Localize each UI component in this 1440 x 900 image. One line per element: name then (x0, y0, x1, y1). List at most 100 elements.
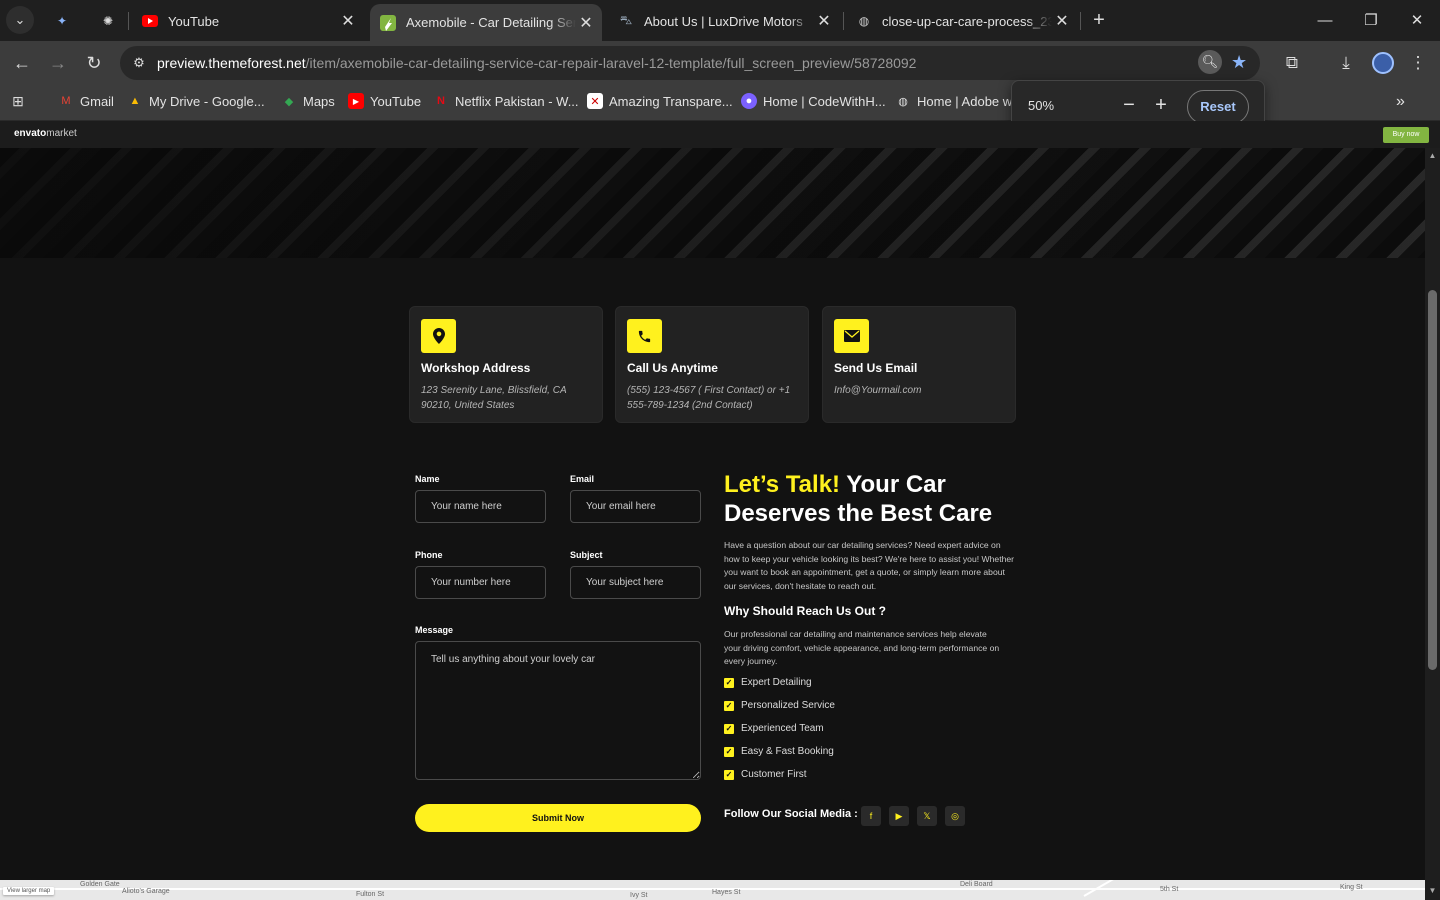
bookmark-codewithh[interactable]: ● Home | CodeWithH... (741, 93, 886, 109)
tab-separator (843, 12, 844, 30)
email-input[interactable] (570, 490, 701, 523)
tab-close-up[interactable]: ◍ close-up-car-care-process_23-2 ✕ (846, 6, 1078, 36)
zoom-in-button[interactable]: + (1150, 94, 1172, 116)
apps-grid-icon[interactable]: ⊞ (10, 93, 32, 109)
reload-button[interactable]: ↻ (82, 51, 106, 75)
browser-toolbar: ← → ↻ ⚙ preview.themeforest.net/item/axe… (0, 41, 1440, 85)
maps-icon: ◆ (284, 95, 294, 108)
map-label: Ivy St (630, 892, 648, 899)
tab-search-button[interactable]: ⌄ (6, 6, 34, 34)
checkbox-icon: ✓ (724, 769, 734, 780)
subject-label: Subject (570, 550, 603, 560)
chatgpt-icon: ✺ (102, 14, 114, 28)
card-text: (555) 123-4567 ( First Contact) or +1 55… (627, 385, 791, 411)
map-pin-icon (421, 319, 456, 353)
close-tab-icon[interactable]: ✕ (338, 11, 358, 31)
bookmark-gmail[interactable]: M Gmail (58, 93, 114, 109)
bookmark-youtube[interactable]: ▶ YouTube (348, 93, 421, 109)
restore-button[interactable]: ❐ (1348, 0, 1394, 40)
bookmark-maps[interactable]: ◆ Maps (281, 93, 335, 109)
url-host: preview.themeforest.net (157, 55, 306, 71)
tab-title: YouTube (168, 13, 220, 29)
checklist-item: ✓ Personalized Service (724, 700, 835, 711)
facebook-icon[interactable]: f (861, 806, 881, 826)
scroll-thumb[interactable] (1428, 290, 1437, 670)
submit-button[interactable]: Submit Now (415, 804, 701, 832)
checklist-item: ✓ Easy & Fast Booking (724, 746, 834, 757)
page-title: Let’s Talk! Your Car Deserves the Best C… (724, 470, 1024, 528)
map-embed[interactable]: Golden Gate Alioto's Garage Fulton St Iv… (0, 880, 1425, 900)
headline-accent: Let’s Talk! (724, 471, 841, 498)
tab-youtube[interactable]: YouTube ✕ (132, 6, 364, 36)
scroll-down-arrow-icon[interactable]: ▼ (1428, 886, 1437, 895)
bookmark-amazing[interactable]: ✕ Amazing Transpare... (587, 93, 733, 109)
tab-about-us[interactable]: ⛍ About Us | LuxDrive Motors ✕ (608, 6, 840, 36)
intro-text: Have a question about our car detailing … (724, 540, 1014, 591)
bookmark-star-icon[interactable]: ★ (1231, 52, 1247, 73)
view-larger-map-link[interactable]: View larger map (3, 887, 55, 895)
x-icon[interactable]: 𝕏 (917, 806, 937, 826)
minimize-button[interactable]: — (1302, 0, 1348, 40)
page-scrollbar[interactable]: ▲ ▼ (1425, 148, 1440, 900)
checklist-label: Customer First (741, 769, 807, 780)
close-window-button[interactable]: ✕ (1394, 0, 1440, 40)
profile-avatar[interactable] (1372, 52, 1394, 74)
tab-separator (128, 12, 129, 30)
url-text[interactable]: preview.themeforest.net/item/axemobile-c… (157, 55, 916, 71)
youtube-icon (142, 13, 158, 29)
checklist-label: Personalized Service (741, 700, 835, 711)
zoom-reset-button[interactable]: Reset (1187, 90, 1249, 124)
tab-axemobile[interactable]: Axemobile - Car Detailing Servi ✕ (370, 4, 602, 41)
bookmark-label: Maps (303, 93, 335, 109)
close-tab-icon[interactable]: ✕ (1052, 11, 1072, 31)
checkbox-icon: ✓ (724, 723, 734, 734)
map-label: Fulton St (356, 891, 385, 898)
zoom-out-button[interactable]: − (1118, 94, 1140, 116)
gemini-icon: ✦ (56, 14, 68, 28)
tab-chatgpt[interactable]: ✺ (90, 6, 124, 36)
bookmark-label: Gmail (80, 93, 114, 109)
tab-strip: ⌄ ✦ ✺ YouTube ✕ Axemobile - Car Detailin… (0, 0, 1440, 41)
bookmark-label: Netflix Pakistan - W... (455, 93, 579, 109)
subject-input[interactable] (570, 566, 701, 599)
message-label: Message (415, 625, 454, 635)
why-text: Our professional car detailing and maint… (724, 629, 1000, 666)
zoom-icon[interactable]: 🔍︎ (1198, 50, 1222, 74)
close-tab-icon[interactable]: ✕ (814, 11, 834, 31)
youtube-icon: ▶ (348, 93, 364, 109)
close-tab-icon[interactable]: ✕ (576, 13, 596, 33)
address-bar[interactable]: ⚙ preview.themeforest.net/item/axemobile… (120, 46, 1260, 80)
phone-input[interactable] (415, 566, 546, 599)
zoom-level: 50% (1028, 98, 1055, 113)
why-heading: Why Should Reach Us Out ? (724, 604, 887, 618)
checklist-label: Experienced Team (741, 723, 824, 734)
envato-logo[interactable]: envatomarket (14, 128, 77, 139)
forward-button[interactable]: → (46, 51, 70, 75)
name-input[interactable] (415, 490, 546, 523)
site-info-icon[interactable]: ⚙ (130, 54, 148, 72)
bookmark-label: Amazing Transpare... (609, 93, 733, 109)
checklist-label: Expert Detailing (741, 677, 812, 688)
avatar-icon: ● (741, 93, 757, 109)
bookmark-drive[interactable]: ▲ My Drive - Google... (127, 93, 265, 109)
message-textarea[interactable] (415, 641, 701, 780)
more-bookmarks-icon[interactable]: » (1396, 93, 1405, 111)
youtube-icon[interactable]: ▶ (889, 806, 909, 826)
extensions-icon[interactable]: ⧉ (1280, 51, 1304, 75)
envato-bar: envatomarket Buy now (0, 121, 1440, 148)
menu-kebab-icon[interactable]: ⋮ (1406, 51, 1430, 75)
instagram-icon[interactable]: ◎ (945, 806, 965, 826)
tab-gemini[interactable]: ✦ (44, 6, 78, 36)
bookmark-adobe[interactable]: ◍ Home | Adobe wi (895, 93, 1015, 109)
scroll-up-arrow-icon[interactable]: ▲ (1428, 151, 1437, 160)
bookmark-netflix[interactable]: N Netflix Pakistan - W... (433, 93, 579, 109)
download-icon[interactable]: ⤓ (1334, 51, 1358, 75)
globe-icon: ◍ (898, 95, 908, 108)
checklist-item: ✓ Expert Detailing (724, 677, 812, 688)
buy-now-button[interactable]: Buy now (1383, 127, 1429, 143)
card-text: Info@Yourmail.com (834, 385, 922, 396)
checkbox-icon: ✓ (724, 677, 734, 688)
phone-label: Phone (415, 550, 443, 560)
new-tab-button[interactable]: + (1088, 8, 1110, 32)
back-button[interactable]: ← (10, 51, 34, 75)
